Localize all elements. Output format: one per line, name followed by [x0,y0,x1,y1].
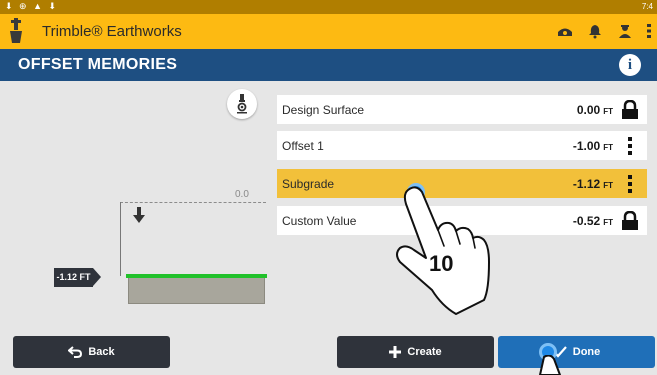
ground-block [128,277,265,304]
plus-icon [389,346,402,358]
lock-icon[interactable] [620,100,640,120]
arrow-down-icon [133,207,145,223]
offset-value: -0.52 FT [573,214,613,228]
offset-name: Offset 1 [282,139,324,153]
offset-value-number: -1.00 [572,139,601,153]
kebab-menu-icon[interactable] [620,174,640,194]
app-title: Trimble® Earthworks [42,23,182,40]
offset-value: -1.12 FT [573,177,613,191]
offset-unit: FT [603,143,613,152]
step-number: 10 [429,251,454,276]
offset-value-number: -0.52 [572,214,601,228]
info-button[interactable]: i [619,54,641,76]
offset-unit: FT [603,218,613,227]
back-button-label: Back [88,346,115,358]
info-icon: i [627,57,633,73]
back-arrow-icon [68,346,83,358]
create-button[interactable]: Create [337,336,494,368]
status-icons: ⬇ ⊕ ▲ ⬇ [5,1,59,11]
level-tag: -1.12 FT [54,268,101,287]
target-surface-line [126,274,267,278]
sensor-view-icon [237,94,247,114]
lock-icon[interactable] [620,211,640,231]
page-header: OFFSET MEMORIES i [0,49,657,81]
app-bar: Trimble® Earthworks [0,14,657,49]
offset-value-number: -1.12 [572,177,601,191]
offset-name: Design Surface [282,103,365,117]
status-bar: ⬇ ⊕ ▲ ⬇ 7:4 [0,0,657,14]
offset-name: Subgrade [282,177,335,191]
status-time: 7:4 [641,2,653,11]
offset-name: Custom Value [282,214,357,228]
offset-unit: FT [603,107,613,116]
machine-status-icon[interactable] [557,23,573,39]
offset-extent-line [120,202,121,276]
reference-surface-line [120,202,266,203]
reference-label: 0.0 [235,189,249,200]
pointing-hand-icon [539,355,561,375]
notifications-bell-icon[interactable] [587,23,603,39]
trimble-logo-icon [10,18,22,43]
offset-row-offset-1[interactable]: Offset 1 -1.00 FT [277,131,647,160]
operator-profile-icon[interactable] [617,23,633,39]
view-toggle-button[interactable] [227,89,257,119]
create-button-label: Create [407,346,442,358]
back-button[interactable]: Back [13,336,170,368]
page-title: OFFSET MEMORIES [18,56,178,73]
offset-value: -1.00 FT [573,139,613,153]
offset-value: 0.00 FT [577,103,613,117]
offset-unit: FT [603,181,613,190]
offset-row-design-surface[interactable]: Design Surface 0.00 FT [277,95,647,124]
kebab-menu-icon[interactable] [620,136,640,156]
offset-value-number: 0.00 [576,103,601,117]
overflow-menu-icon[interactable] [647,23,651,39]
